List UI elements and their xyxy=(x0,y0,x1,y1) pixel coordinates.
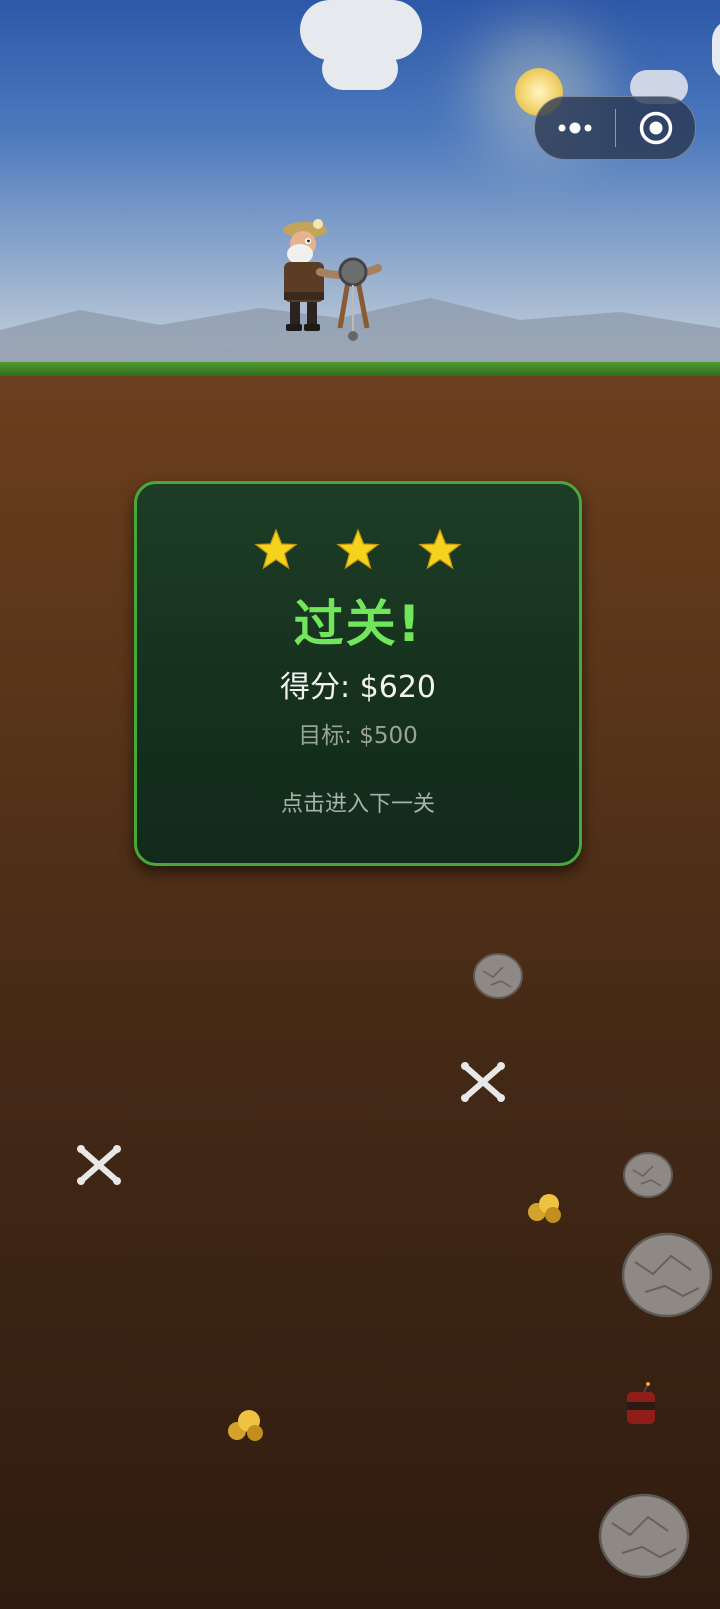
star-icon xyxy=(418,528,462,570)
level-complete-title: 过关! xyxy=(293,595,423,653)
target-close-icon xyxy=(639,111,672,145)
rock-small xyxy=(623,1152,673,1198)
more-dots-icon xyxy=(558,122,592,134)
bones xyxy=(77,1145,121,1185)
cloud xyxy=(712,20,720,80)
cloud xyxy=(322,48,398,90)
gold-nugget xyxy=(528,1194,561,1223)
rock-large xyxy=(621,1232,713,1318)
gold-nugget xyxy=(228,1410,263,1441)
gold-miner-character xyxy=(283,219,382,341)
dynamite-barrel xyxy=(627,1382,655,1424)
target-text: 目标: $500 xyxy=(298,723,418,749)
star-icon xyxy=(336,528,380,570)
bones xyxy=(461,1062,505,1102)
grass-strip xyxy=(0,362,720,376)
score-text: 得分: $620 xyxy=(280,670,436,705)
more-button[interactable] xyxy=(535,97,615,159)
rock-small xyxy=(473,953,523,999)
level-complete-panel[interactable]: 过关! 得分: $620 目标: $500 点击进入下一关 xyxy=(134,481,582,866)
close-button[interactable] xyxy=(616,97,695,159)
next-level-button[interactable]: 点击进入下一关 xyxy=(137,786,579,818)
miniprogram-capsule xyxy=(534,96,696,160)
rating-stars xyxy=(137,528,579,572)
star-icon xyxy=(254,528,298,570)
rock-large xyxy=(598,1493,690,1579)
